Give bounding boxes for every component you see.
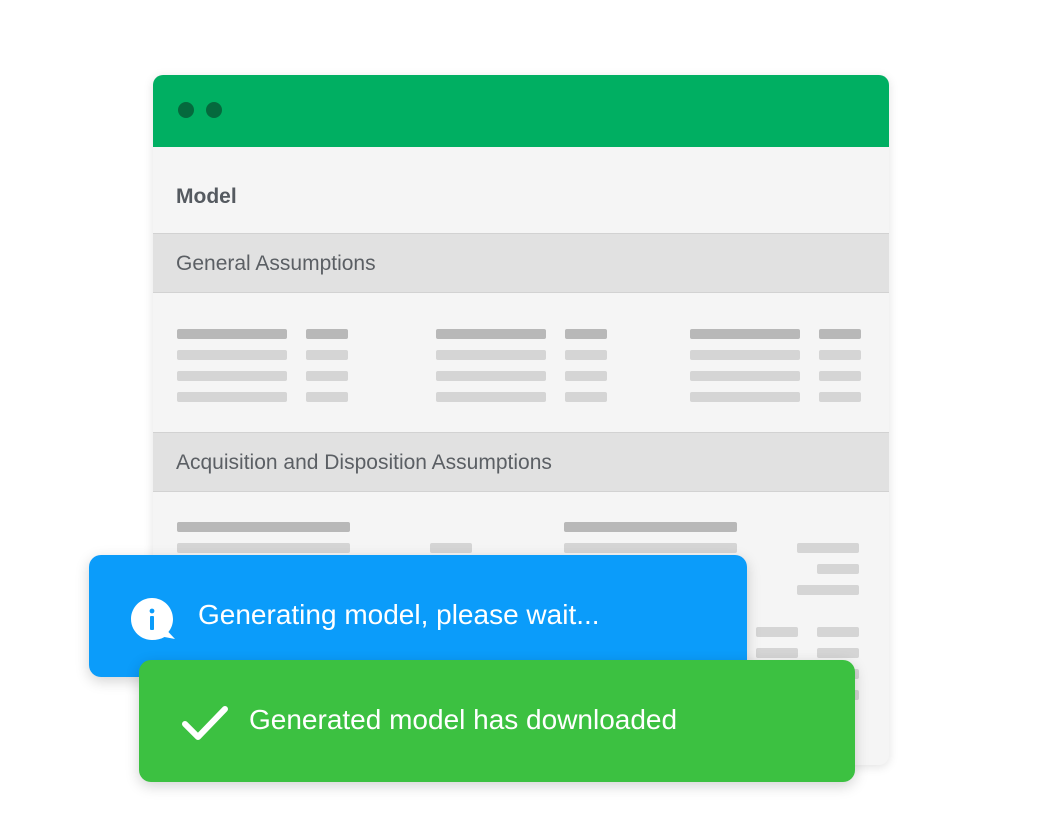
- window-control-dot[interactable]: [178, 102, 194, 118]
- section-header-acquisition-disposition[interactable]: Acquisition and Disposition Assumptions: [153, 432, 889, 492]
- success-notification[interactable]: Generated model has downloaded: [139, 660, 855, 782]
- window-control-dot[interactable]: [206, 102, 222, 118]
- checkmark-icon: [182, 706, 228, 740]
- window-titlebar: [153, 75, 889, 147]
- section-header-label: General Assumptions: [176, 252, 376, 275]
- section-header-label: Acquisition and Disposition Assumptions: [176, 451, 552, 474]
- info-icon: [131, 598, 175, 640]
- page-title: Model: [176, 185, 237, 208]
- info-notification-message: Generating model, please wait...: [198, 599, 600, 630]
- success-notification-message: Generated model has downloaded: [249, 704, 678, 735]
- info-notification[interactable]: Generating model, please wait...: [89, 555, 747, 677]
- section-header-general-assumptions[interactable]: General Assumptions: [153, 233, 889, 293]
